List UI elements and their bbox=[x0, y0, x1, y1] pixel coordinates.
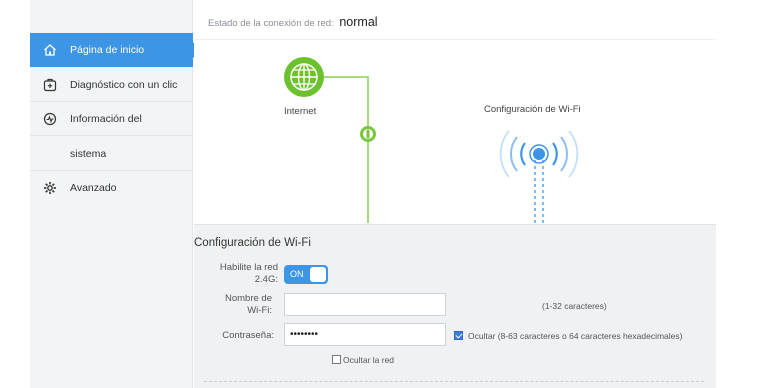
wifi-name-label-line2: Wi-Fi: bbox=[247, 305, 272, 316]
wifi-settings-form: Configuración de Wi-Fi Habilite la red 2… bbox=[194, 224, 716, 388]
sidebar-item-system-info[interactable]: Información del bbox=[30, 102, 193, 136]
hide-network-label: Ocultar la red bbox=[343, 355, 395, 365]
password-label: Contraseña: bbox=[222, 330, 274, 341]
sidebar-item-label: sistema bbox=[70, 147, 107, 160]
enable-network-label-line2: 2.4G: bbox=[254, 274, 278, 285]
form-title: Configuración de Wi-Fi bbox=[194, 237, 311, 249]
enable-network-label: Habilite la red 2.4G: bbox=[194, 262, 278, 286]
wifi-name-hint: (1-32 caracteres) bbox=[542, 301, 607, 311]
globe-icon bbox=[284, 57, 324, 97]
gear-icon bbox=[30, 181, 70, 195]
system-info-icon bbox=[30, 112, 70, 126]
router-admin-page: Página de inicio Diagnóstico con un clic… bbox=[0, 0, 760, 388]
toggle-on-label: ON bbox=[290, 269, 304, 279]
wifi-enable-toggle[interactable]: ON bbox=[284, 265, 328, 284]
connection-status: Estado de la conexión de red: normal bbox=[208, 15, 378, 29]
wifi-name-label-line1: Nombre de bbox=[225, 293, 272, 304]
hide-password-label: Ocultar (8-63 caracteres o 64 caracteres… bbox=[468, 331, 683, 341]
toggle-knob bbox=[310, 267, 326, 282]
diagnostic-icon bbox=[30, 78, 70, 92]
sidebar: Página de inicio Diagnóstico con un clic… bbox=[30, 0, 201, 388]
wifi-signal-icon bbox=[499, 130, 579, 223]
main-content: Estado de la conexión de red: normal Int… bbox=[194, 0, 716, 388]
sidebar-item-system-info-cont[interactable]: sistema bbox=[30, 137, 193, 171]
hide-password-checkbox[interactable] bbox=[454, 331, 463, 340]
home-icon bbox=[30, 43, 70, 57]
sidebar-item-label: Diagnóstico con un clic bbox=[70, 78, 178, 91]
connection-status-label: Estado de la conexión de red: bbox=[208, 18, 334, 29]
enable-network-label-line1: Habilite la red bbox=[219, 262, 278, 273]
password-input[interactable] bbox=[284, 323, 446, 346]
sidebar-item-label: Página de inicio bbox=[70, 44, 145, 56]
network-diagram-graphic bbox=[284, 57, 579, 223]
sidebar-item-diagnostic[interactable]: Diagnóstico con un clic bbox=[30, 68, 193, 102]
sidebar-item-label: Avanzado bbox=[70, 182, 117, 194]
internet-label: Internet bbox=[284, 106, 317, 117]
hide-network-checkbox[interactable] bbox=[332, 355, 341, 364]
wifi-name-input[interactable] bbox=[284, 293, 446, 316]
wifi-config-label: Configuración de Wi-Fi bbox=[484, 104, 581, 115]
network-diagram: Internet Configuración de Wi-Fi bbox=[194, 40, 716, 223]
sidebar-item-advanced[interactable]: Avanzado bbox=[30, 171, 193, 205]
connection-node-icon bbox=[360, 126, 376, 142]
sidebar-item-label: Información del bbox=[70, 112, 142, 125]
connection-status-value: normal bbox=[339, 15, 378, 29]
wifi-name-label: Nombre de Wi-Fi: bbox=[194, 293, 272, 317]
divider bbox=[204, 381, 704, 382]
sidebar-item-home[interactable]: Página de inicio bbox=[30, 33, 201, 67]
